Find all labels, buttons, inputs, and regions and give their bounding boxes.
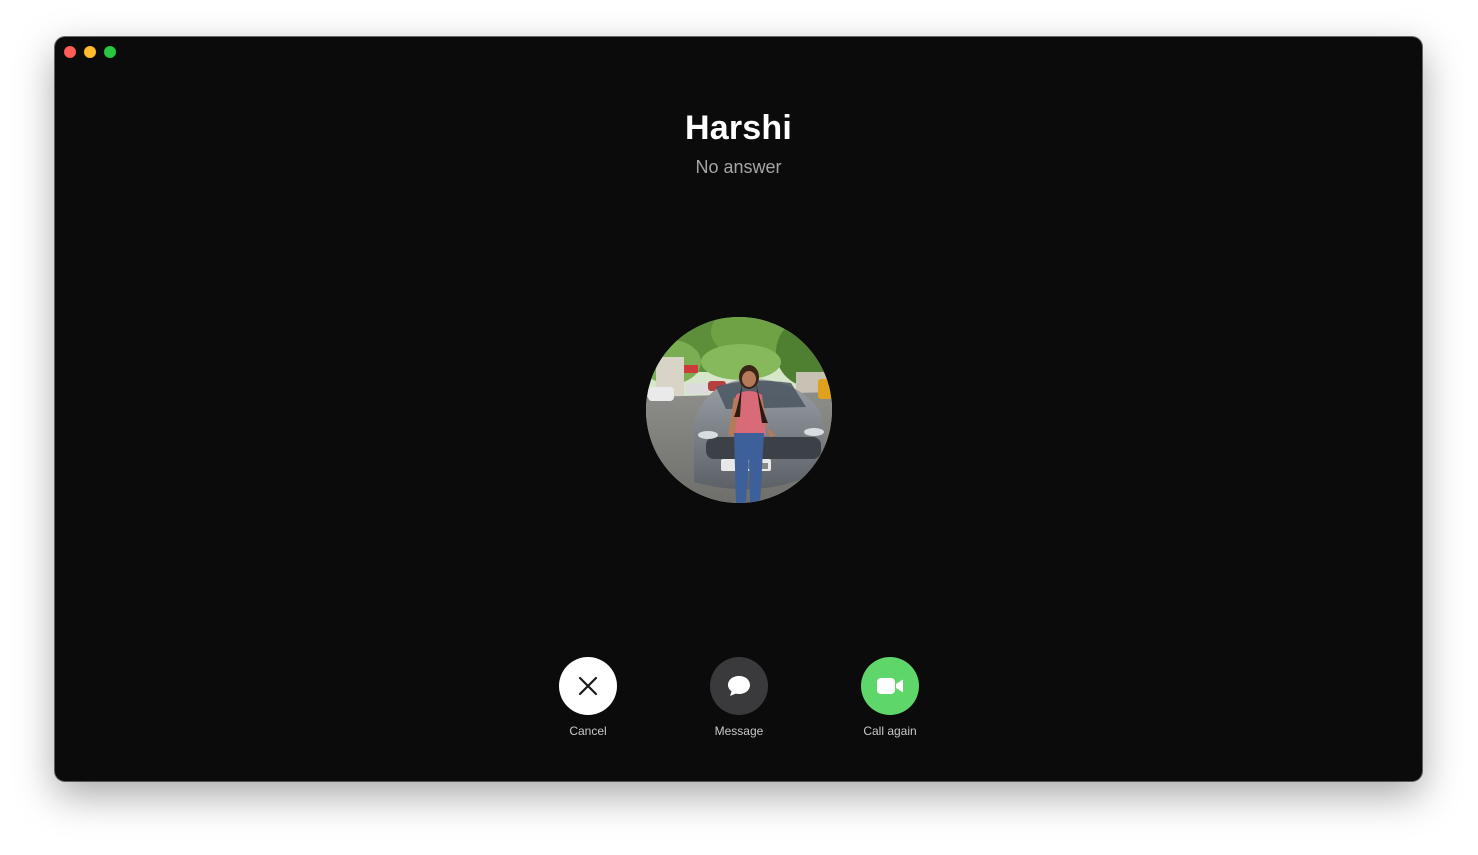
- call-actions: Cancel Message Call again: [55, 657, 1422, 747]
- cancel-button[interactable]: Cancel: [543, 657, 633, 738]
- message-button[interactable]: Message: [694, 657, 784, 738]
- cancel-label: Cancel: [569, 724, 607, 738]
- video-camera-icon: [877, 678, 903, 694]
- call-again-label: Call again: [863, 724, 917, 738]
- caller-name: Harshi: [684, 109, 793, 147]
- message-label: Message: [714, 724, 764, 738]
- call-again-button-circle[interactable]: [861, 657, 919, 715]
- facetime-window: Harshi No answer Cancel Message Call aga…: [55, 37, 1422, 781]
- window-minimize-button[interactable]: [84, 46, 96, 58]
- contact-avatar: [646, 317, 832, 503]
- cancel-button-circle[interactable]: [559, 657, 617, 715]
- window-close-button[interactable]: [64, 46, 76, 58]
- close-icon: [578, 676, 598, 696]
- message-button-circle[interactable]: [710, 657, 768, 715]
- contact-photo: [646, 317, 832, 503]
- call-again-button[interactable]: Call again: [845, 657, 935, 738]
- window-maximize-button[interactable]: [104, 46, 116, 58]
- window-controls: [64, 46, 116, 58]
- call-status: No answer: [695, 157, 782, 177]
- message-bubble-icon: [728, 676, 750, 696]
